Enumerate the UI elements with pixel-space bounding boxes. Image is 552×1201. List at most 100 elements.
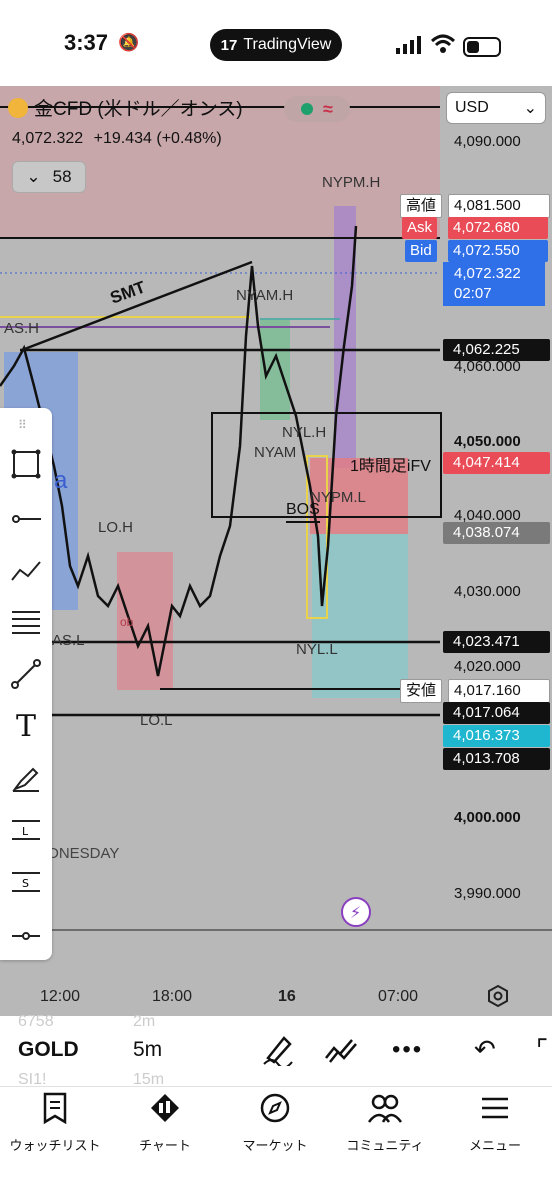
- wifi-icon: [430, 34, 456, 53]
- menu-icon: [482, 1097, 508, 1119]
- bell-muted-icon: 🔕: [118, 33, 140, 52]
- nav-label: チャート: [139, 1138, 191, 1153]
- axis-label: 4,000.000: [454, 809, 521, 826]
- drawing-pen-icon[interactable]: [262, 1034, 296, 1071]
- blue-box-label: a: [54, 467, 68, 494]
- nypm-h-label: NYPM.H: [322, 174, 381, 191]
- tradingview-pill[interactable]: 17 TradingView: [210, 29, 342, 61]
- axis-label: 4,090.000: [454, 133, 521, 150]
- bos-label: BOS: [286, 499, 320, 523]
- app-name: TradingView: [243, 36, 332, 53]
- gold-symbol-icon: [8, 97, 28, 118]
- price-summary: 4,072.322 +19.434 (+0.48%): [12, 130, 222, 148]
- symbol-picker-prev: 6758: [18, 1013, 54, 1030]
- fullscreen-icon[interactable]: ⌜: [536, 1034, 548, 1065]
- level-tag: 4,023.471: [443, 631, 550, 653]
- axis-label: 4,060.000: [454, 358, 521, 375]
- chart-settings-icon[interactable]: [486, 984, 510, 1013]
- horizontal-line-icon[interactable]: [8, 918, 44, 954]
- undo-icon[interactable]: ↶: [474, 1034, 496, 1065]
- time-label: 12:00: [40, 988, 81, 1005]
- svg-text:L: L: [22, 825, 29, 838]
- chevron-down-icon: ⌄: [523, 100, 537, 117]
- nav-label: マーケット: [242, 1138, 308, 1153]
- ob-label: ob: [120, 615, 134, 629]
- price-change: +19.434 (+0.48%): [93, 130, 222, 147]
- drawing-toolbar: ⠿ T L S: [0, 408, 52, 960]
- battery-level: [467, 41, 479, 53]
- level-tag: 4,013.708: [443, 748, 550, 770]
- nyl-h-label: NYL.H: [282, 424, 327, 441]
- symbol-name: 金CFD (米ドル／オンス): [34, 99, 243, 120]
- nav-menu[interactable]: メニュー: [440, 1092, 550, 1154]
- as-h-label: AS.H: [4, 320, 40, 337]
- time-axis[interactable]: [0, 980, 552, 1016]
- lo-h-label: LO.H: [98, 519, 134, 536]
- text-tool-icon[interactable]: T: [8, 708, 44, 744]
- clock: 3:37: [64, 30, 109, 55]
- nav-label: メニュー: [468, 1138, 521, 1153]
- chevron-down-icon: ⌄: [26, 167, 41, 186]
- bid-tag-label: Bid: [405, 240, 437, 262]
- currency-select[interactable]: USD ⌄: [446, 92, 546, 124]
- short-position-icon[interactable]: S: [8, 864, 44, 900]
- symbol-title[interactable]: 金CFD (米ドル／オンス): [8, 94, 243, 121]
- currency-value: USD: [455, 99, 489, 116]
- market-open-dot-icon: [301, 103, 314, 115]
- nav-watchlist[interactable]: ウォッチリスト: [0, 1092, 110, 1154]
- line-tool-icon[interactable]: [8, 656, 44, 692]
- ifv-label: 1時間足iFV: [350, 458, 431, 475]
- watchlist-icon: [43, 1092, 67, 1125]
- level-tag: 4,017.064: [443, 702, 550, 724]
- more-options-icon[interactable]: •••: [392, 1036, 423, 1064]
- nav-community[interactable]: コミュニティ: [330, 1092, 440, 1154]
- level-tag: 4,016.373: [443, 725, 550, 747]
- indicator-count: 58: [52, 167, 72, 186]
- community-icon: [367, 1094, 403, 1123]
- symbol-button[interactable]: GOLD: [18, 1038, 79, 1062]
- indicators-icon[interactable]: [324, 1036, 360, 1069]
- nav-label: ウォッチリスト: [9, 1138, 101, 1153]
- level-tag: 4,038.074: [443, 522, 550, 544]
- nav-chart[interactable]: チャート: [110, 1092, 220, 1154]
- bid-tag-value: 4,072.550: [448, 240, 548, 262]
- trend-tools-icon[interactable]: [8, 553, 44, 589]
- long-position-icon[interactable]: L: [8, 812, 44, 848]
- time-label: 18:00: [152, 988, 193, 1005]
- ask-tag-value: 4,072.680: [448, 217, 548, 239]
- last-price-value: 4,072.322: [454, 265, 521, 282]
- horizontal-ray-icon[interactable]: [8, 501, 44, 537]
- time-label: 16: [278, 988, 296, 1005]
- nyam-label: NYAM: [254, 444, 297, 461]
- weekday-label: DNESDAY: [48, 845, 120, 862]
- time-label: 07:00: [378, 988, 419, 1005]
- chart-icon: [151, 1094, 179, 1122]
- data-delay-icon: ≈: [323, 98, 333, 119]
- bar-countdown: 02:07: [454, 285, 492, 302]
- fib-tools-icon[interactable]: [8, 604, 44, 640]
- lo-l-label: LO.L: [140, 712, 173, 729]
- market-status-pill[interactable]: ≈: [284, 96, 350, 122]
- cell-signal-icon: [396, 36, 421, 54]
- high-tag-value: 4,081.500: [448, 194, 550, 218]
- ask-tag-label: Ask: [402, 217, 438, 239]
- axis-label: 4,050.000: [454, 433, 521, 450]
- svg-text:⚡: ⚡: [350, 903, 361, 922]
- high-tag-label: 高値: [400, 194, 443, 218]
- nyl-l-label: NYL.L: [296, 641, 338, 658]
- nyam-h-label: NYAM.H: [236, 287, 294, 304]
- axis-label: 3,990.000: [454, 885, 521, 902]
- indicator-toggle[interactable]: ⌄ 58: [12, 161, 86, 193]
- axis-label: 4,030.000: [454, 583, 521, 600]
- as-l-label: AS.L: [52, 632, 85, 649]
- tradingview-logo-icon: 17: [220, 36, 238, 54]
- axis-label: 4,020.000: [454, 658, 521, 675]
- brush-tool-icon[interactable]: [8, 760, 44, 796]
- low-tag-label: 安値: [400, 679, 443, 703]
- last-price-tag: 4,072.322 02:07: [443, 262, 545, 306]
- nav-markets[interactable]: マーケット: [220, 1092, 330, 1154]
- rectangle-tool-icon[interactable]: [8, 446, 44, 482]
- drag-handle-icon[interactable]: ⠿: [18, 418, 27, 432]
- interval-button[interactable]: 5m: [133, 1038, 162, 1062]
- level-tag: 4,047.414: [443, 452, 550, 474]
